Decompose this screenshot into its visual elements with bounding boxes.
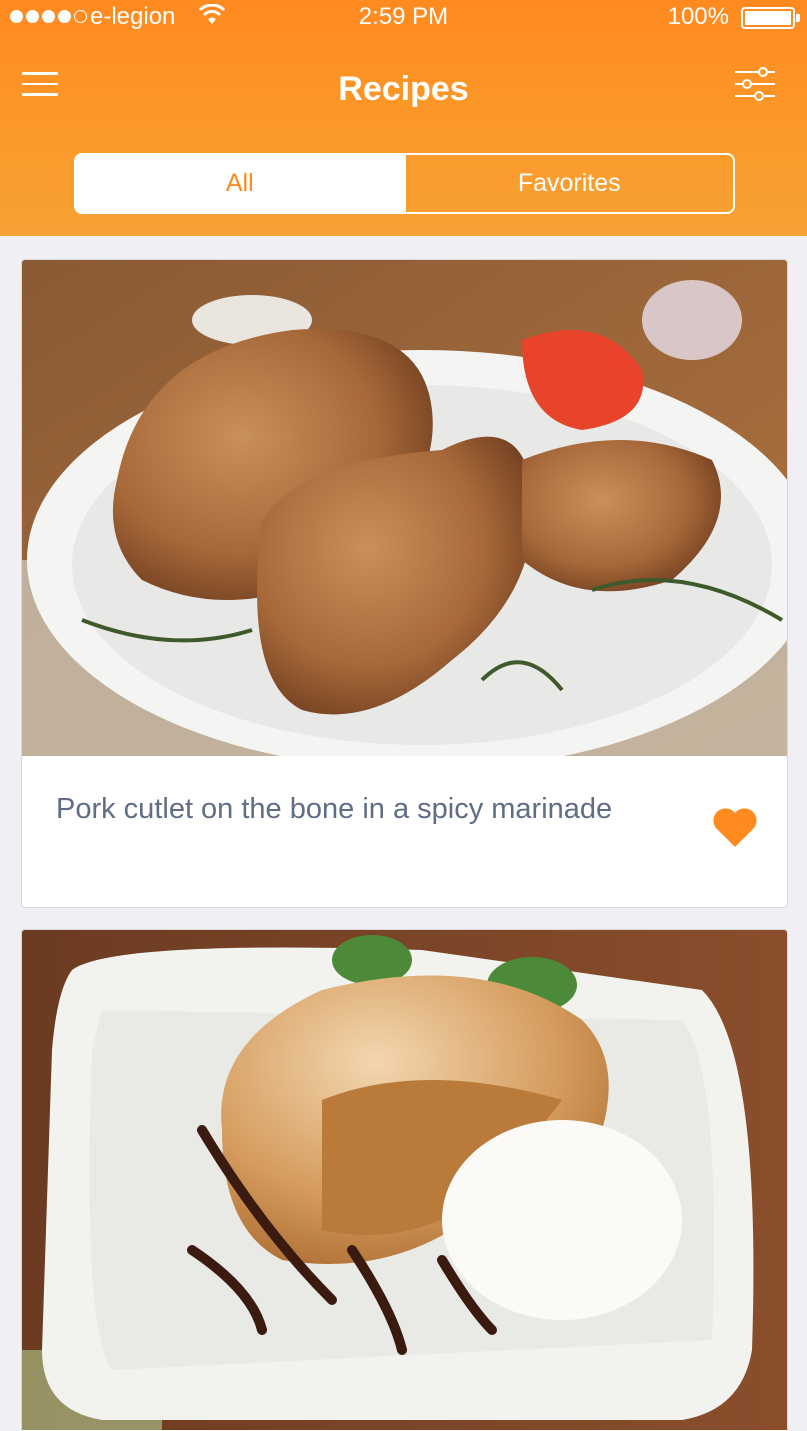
app-header: e-legion 2:59 PM 100% Recipes All Favori… — [0, 0, 807, 236]
heart-icon[interactable] — [712, 806, 758, 848]
sliders-filter-icon[interactable] — [733, 66, 777, 102]
recipe-card[interactable] — [21, 929, 788, 1431]
recipe-photo-pork — [22, 260, 787, 756]
recipe-photo-strudel — [22, 930, 787, 1430]
recipe-title: Pork cutlet on the bone in a spicy marin… — [56, 793, 613, 825]
recipe-list: Pork cutlet on the bone in a spicy marin… — [0, 236, 807, 1431]
status-bar: e-legion 2:59 PM 100% — [0, 0, 807, 36]
recipes-segmented-control: All Favorites — [74, 153, 735, 214]
battery-icon — [741, 7, 800, 29]
segment-all[interactable]: All — [76, 155, 404, 212]
segment-favorites[interactable]: Favorites — [403, 155, 734, 212]
battery-percent: 100% — [667, 3, 729, 30]
recipe-card[interactable]: Pork cutlet on the bone in a spicy marin… — [21, 259, 788, 908]
page-title: Recipes — [338, 70, 469, 108]
